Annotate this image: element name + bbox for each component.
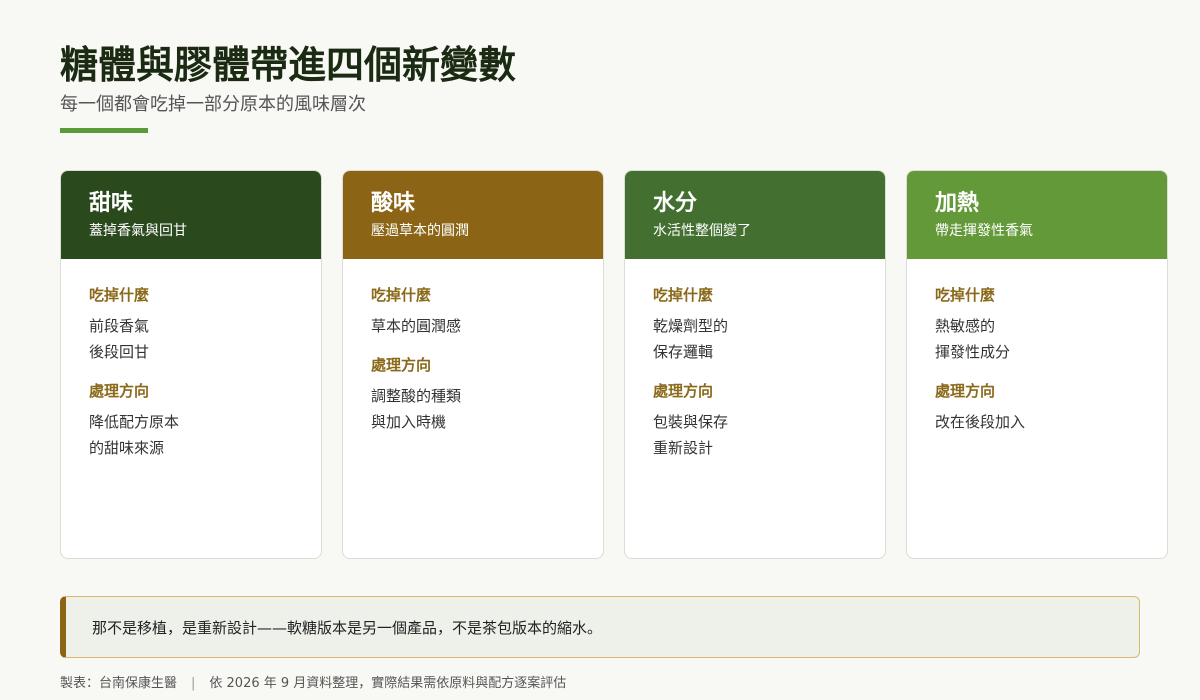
card-subtitle: 帶走揮發性香氣	[935, 223, 1033, 239]
card-header: 水分 水活性整個變了	[625, 171, 885, 259]
card-subtitle: 壓過草本的圓潤	[371, 223, 469, 239]
card-header: 酸味 壓過草本的圓潤	[343, 171, 603, 259]
section-line: 調整酸的種類	[371, 387, 462, 405]
section-line: 前段香氣	[89, 317, 150, 335]
footer-separator: |	[191, 676, 196, 691]
section-line: 改在後段加入	[935, 413, 1026, 431]
card-subtitle: 蓋掉香氣與回甘	[89, 223, 187, 239]
card-grid: 甜味 蓋掉香氣與回甘 吃掉什麼 前段香氣 後段回甘 處理方向 降低配方原本 的甜味來源 酸味 壓過…	[60, 170, 1168, 561]
page-subtitle: 每一個都會吃掉一部分原本的風味層次	[60, 94, 366, 115]
section-label-consumes: 吃掉什麼	[89, 286, 150, 304]
card-header: 加熱 帶走揮發性香氣	[907, 171, 1167, 259]
section-label-consumes: 吃掉什麼	[371, 286, 432, 304]
section-line: 降低配方原本	[89, 413, 180, 431]
card-subtitle: 水活性整個變了	[653, 223, 751, 239]
section-line: 重新設計	[653, 439, 714, 457]
card-body: 吃掉什麼乾燥劑型的保存邏輯處理方向包裝與保存重新設計	[625, 259, 885, 461]
card-2: 酸味壓過草本的圓潤 吃掉什麼草本的圓潤感 處理方向調整酸的種類 與加入時機	[342, 170, 604, 559]
callout-text: 那不是移植，是重新設計——軟糖版本是另一個產品，不是茶包版本的縮水。	[92, 618, 603, 637]
section-line: 草本的圓潤感	[371, 317, 462, 335]
section-line: 包裝與保存	[653, 413, 729, 431]
section-line: 乾燥劑型的	[653, 317, 729, 335]
section-line: 熱敏感的	[935, 317, 996, 335]
card-body: 吃掉什麼草本的圓潤感 處理方向調整酸的種類 與加入時機	[343, 259, 603, 435]
card-body: 吃掉什麼前段香氣後段回甘處理方向降低配方原本 的甜味來源	[61, 259, 321, 461]
card-title: 加熱	[935, 191, 980, 216]
page-title: 糖體與膠體帶進四個新變數	[60, 43, 517, 87]
section-line: 保存邏輯	[653, 343, 714, 361]
section-line: 與加入時機	[371, 413, 447, 431]
title-underline	[60, 128, 148, 133]
footer-note: 依 2026 年 9 月資料整理，實際結果需依原料與配方逐案評估	[209, 676, 567, 691]
card-body: 吃掉什麼熱敏感的揮發性成分處理方向改在後段加入	[907, 259, 1167, 435]
card-4: 加熱帶走揮發性香氣 吃掉什麼熱敏感的揮發性成分處理方向改在後段加入	[906, 170, 1168, 559]
section-line: 後段回甘	[89, 343, 150, 361]
section-line: 揮發性成分	[935, 343, 1011, 361]
card-header: 甜味 蓋掉香氣與回甘	[61, 171, 321, 259]
footer: 製表：台南保康生醫 | 依 2026 年 9 月資料整理，實際結果需依原料與配方逐案…	[60, 672, 566, 691]
section-line: 的甜味來源	[89, 439, 165, 457]
footer-maker: 製表：台南保康生醫	[60, 676, 178, 691]
section-label-approach: 處理方向	[653, 382, 714, 400]
card-title: 甜味	[89, 191, 134, 216]
section-label-consumes: 吃掉什麼	[653, 286, 714, 304]
callout-box: 那不是移植，是重新設計——軟糖版本是另一個產品，不是茶包版本的縮水。	[60, 596, 1140, 658]
card-title: 酸味	[371, 191, 416, 216]
section-label-approach: 處理方向	[935, 382, 996, 400]
section-label-approach: 處理方向	[89, 382, 150, 400]
section-label-approach: 處理方向	[371, 356, 432, 374]
card-1: 甜味蓋掉香氣與回甘 吃掉什麼前段香氣後段回甘處理方向降低配方原本 的甜味來源	[60, 170, 322, 559]
card-3: 水分水活性整個變了 吃掉什麼乾燥劑型的保存邏輯處理方向包裝與保存重新設計	[624, 170, 886, 559]
section-label-consumes: 吃掉什麼	[935, 286, 996, 304]
card-title: 水分	[653, 191, 698, 216]
